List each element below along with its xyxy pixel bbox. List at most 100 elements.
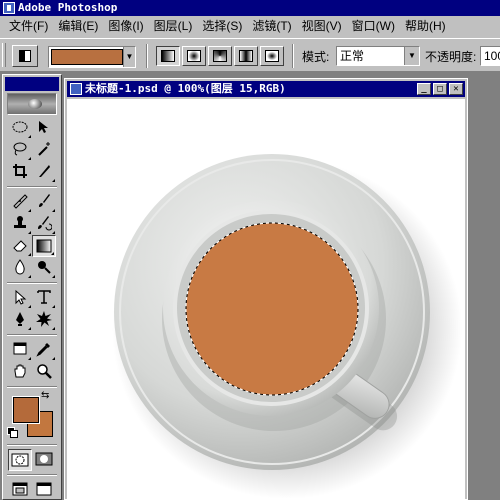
- screen-mode-full-button[interactable]: [32, 479, 56, 500]
- dodge-icon: [38, 261, 51, 274]
- adobe-online-button[interactable]: [7, 93, 57, 115]
- color-selector: ⇆: [7, 391, 57, 441]
- pen-tool[interactable]: [8, 309, 32, 331]
- gradient-swatch[interactable]: [51, 49, 123, 65]
- magnifier-icon: [37, 364, 52, 379]
- note-icon: [13, 342, 27, 355]
- foreground-color-swatch[interactable]: [12, 396, 40, 424]
- history-brush-tool[interactable]: [32, 213, 56, 235]
- document-titlebar[interactable]: 未标题-1.psd @ 100%(图层 15,RGB) _ □ ✕: [67, 81, 465, 97]
- standard-mode-button[interactable]: [8, 449, 32, 471]
- angle-gradient-button[interactable]: [208, 46, 232, 66]
- close-icon: ✕: [453, 84, 459, 94]
- options-bar-grip[interactable]: [2, 43, 6, 67]
- toolbox-titlebar[interactable]: [5, 77, 59, 91]
- chevron-down-icon[interactable]: ▼: [404, 47, 419, 65]
- document-icon[interactable]: [70, 83, 82, 95]
- options-separator: [146, 44, 148, 68]
- linear-gradient-button[interactable]: [156, 46, 180, 66]
- menu-filter[interactable]: 滤镜(T): [247, 16, 296, 36]
- reflected-gradient-icon: [239, 50, 253, 62]
- crop-icon: [13, 164, 27, 178]
- app-titlebar[interactable]: Adobe Photoshop: [0, 0, 500, 16]
- hand-tool[interactable]: [8, 361, 32, 383]
- eyedropper-tool[interactable]: [32, 339, 56, 361]
- path-selection-icon: [15, 289, 27, 305]
- magic-wand-tool[interactable]: [32, 139, 56, 161]
- crop-tool[interactable]: [8, 161, 32, 183]
- opacity-label: 不透明度:: [425, 50, 477, 64]
- chevron-down-icon[interactable]: ▼: [123, 47, 135, 67]
- radial-gradient-icon: [187, 50, 201, 62]
- gradient-tool[interactable]: [32, 235, 56, 257]
- options-separator: [292, 44, 294, 68]
- full-screen-icon: [36, 482, 52, 496]
- water-drop-icon: [15, 259, 25, 275]
- menu-bar: 文件(F) 编辑(E) 图像(I) 图层(L) 选择(S) 滤镜(T) 视图(V…: [0, 16, 500, 36]
- lasso-tool[interactable]: [8, 139, 32, 161]
- marquee-icon: [12, 121, 28, 133]
- document-canvas[interactable]: [67, 99, 465, 499]
- brush-tool[interactable]: [32, 191, 56, 213]
- type-tool[interactable]: [32, 287, 56, 309]
- menu-view[interactable]: 视图(V): [297, 16, 347, 36]
- close-button[interactable]: ✕: [449, 83, 463, 95]
- lasso-icon: [13, 142, 27, 156]
- path-selection-tool[interactable]: [8, 287, 32, 309]
- move-tool[interactable]: [32, 117, 56, 139]
- toolbox: ⇆: [2, 74, 62, 500]
- minimize-icon: _: [421, 84, 427, 94]
- gradient-picker[interactable]: ▼: [48, 46, 136, 68]
- document-title: 未标题-1.psd @ 100%(图层 15,RGB): [85, 82, 286, 95]
- menu-edit[interactable]: 编辑(E): [53, 16, 103, 36]
- teacup-artwork: [112, 154, 462, 499]
- document-window: 未标题-1.psd @ 100%(图层 15,RGB) _ □ ✕: [64, 78, 468, 500]
- custom-shape-tool[interactable]: [32, 309, 56, 331]
- options-bar: ▼ 模式: 正常 ▼ 不透明度: 100: [0, 38, 500, 72]
- tool-preset-picker[interactable]: [12, 45, 38, 67]
- swap-colors-icon[interactable]: ⇆: [41, 391, 49, 401]
- opacity-input[interactable]: 100: [480, 46, 500, 66]
- starburst-icon: [36, 311, 52, 327]
- menu-help[interactable]: 帮助(H): [400, 16, 451, 36]
- bandage-icon: [13, 194, 28, 209]
- mode-select-value: 正常: [340, 49, 365, 63]
- menu-select[interactable]: 选择(S): [197, 16, 247, 36]
- diamond-gradient-button[interactable]: [260, 46, 284, 66]
- maximize-button[interactable]: □: [433, 83, 447, 95]
- menu-file[interactable]: 文件(F): [4, 16, 53, 36]
- diamond-gradient-icon: [265, 50, 279, 62]
- eraser-icon: [13, 240, 27, 252]
- notes-tool[interactable]: [8, 339, 32, 361]
- tea-surface: [186, 223, 358, 395]
- mode-select[interactable]: 正常 ▼: [336, 46, 420, 66]
- linear-gradient-icon: [161, 50, 175, 62]
- menu-window[interactable]: 窗口(W): [347, 16, 400, 36]
- hand-icon: [14, 364, 26, 378]
- reflected-gradient-button[interactable]: [234, 46, 258, 66]
- minimize-button[interactable]: _: [417, 83, 431, 95]
- zoom-tool[interactable]: [32, 361, 56, 383]
- quick-mask-button[interactable]: [32, 449, 56, 471]
- radial-gradient-button[interactable]: [182, 46, 206, 66]
- healing-brush-tool[interactable]: [8, 191, 32, 213]
- marquee-tool[interactable]: [8, 117, 32, 139]
- menu-layer[interactable]: 图层(L): [149, 16, 198, 36]
- mode-label: 模式:: [302, 50, 330, 64]
- default-colors-icon[interactable]: [7, 427, 18, 438]
- slice-tool[interactable]: [32, 161, 56, 183]
- type-icon: [37, 290, 51, 304]
- magic-wand-icon: [38, 142, 50, 156]
- screen-mode-standard-button[interactable]: [8, 479, 32, 500]
- pen-icon: [16, 312, 24, 326]
- brush-icon: [39, 194, 50, 207]
- dodge-tool[interactable]: [32, 257, 56, 279]
- stamp-icon: [14, 216, 26, 228]
- history-brush-icon: [38, 216, 53, 231]
- blur-tool[interactable]: [8, 257, 32, 279]
- eraser-tool[interactable]: [8, 235, 32, 257]
- move-icon: [39, 121, 48, 133]
- menu-image[interactable]: 图像(I): [103, 16, 148, 36]
- clone-stamp-tool[interactable]: [8, 213, 32, 235]
- photoshop-app-icon[interactable]: [3, 2, 15, 14]
